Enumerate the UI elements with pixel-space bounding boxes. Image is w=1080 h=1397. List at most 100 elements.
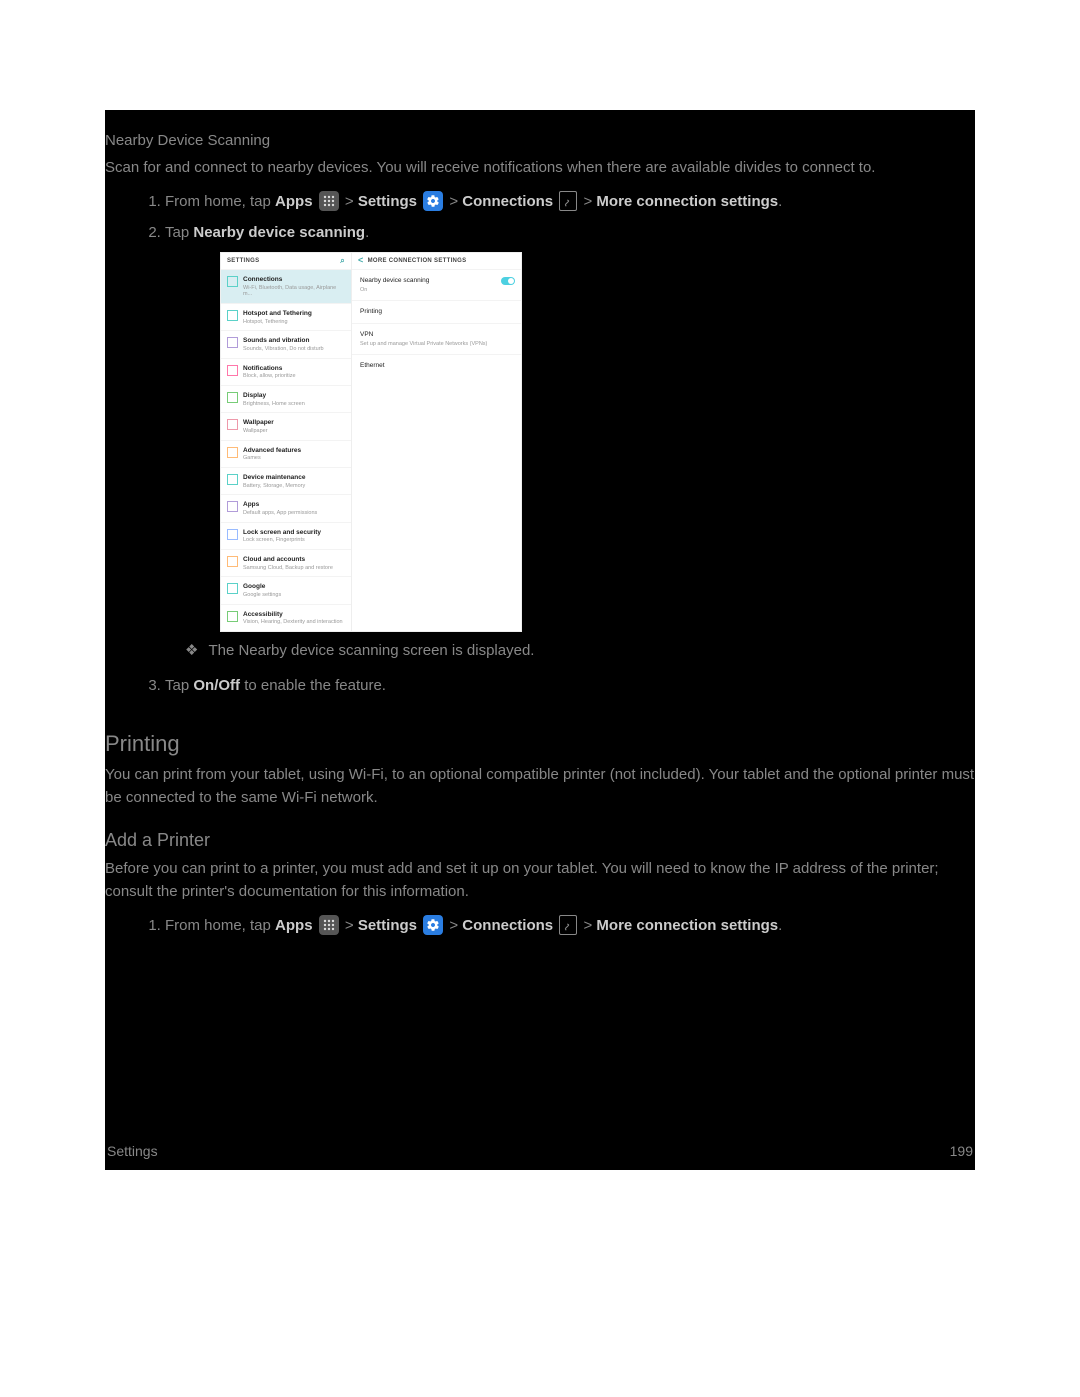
search-icon[interactable]: ⌕ [340, 255, 345, 267]
sep: > [449, 917, 462, 934]
item-title: Notifications [243, 364, 296, 374]
apps-label: Apps [275, 193, 313, 210]
item-subtitle: Default apps, App permissions [243, 510, 317, 517]
item-subtitle: Vision, Hearing, Dexterity and interacti… [243, 619, 343, 626]
connections-label-2: Connections [462, 917, 553, 934]
list-item[interactable]: Ethernet [352, 354, 521, 377]
item-title: VPN [360, 330, 513, 340]
step-1: From home, tap Apps > Settings > Connect… [165, 191, 975, 214]
item-subtitle: Games [243, 455, 301, 462]
list-item[interactable]: Device maintenanceBattery, Storage, Memo… [221, 467, 351, 494]
item-subtitle: Sounds, Vibration, Do not disturb [243, 346, 324, 353]
apps-label-2: Apps [275, 917, 313, 934]
screenshot-right-header: < MORE CONNECTION SETTINGS [352, 253, 521, 269]
more-label: More connection settings [596, 193, 778, 210]
settings-screenshot: SETTINGS ⌕ ConnectionsWi-Fi, Bluetooth, … [220, 252, 522, 632]
connections-label: Connections [462, 193, 553, 210]
settings-label: Settings [358, 193, 417, 210]
item-title: Lock screen and security [243, 528, 321, 538]
list-item[interactable]: AccessibilityVision, Hearing, Dexterity … [221, 604, 351, 631]
step-3: Tap On/Off to enable the feature. [165, 675, 975, 698]
step3-suffix: to enable the feature. [244, 677, 386, 694]
item-title: Ethernet [360, 361, 513, 371]
printing-title: Printing [105, 727, 975, 760]
step3-bold: On/Off [193, 677, 240, 694]
item-title: Printing [360, 307, 513, 317]
back-icon[interactable]: < [358, 254, 364, 268]
item-icon [227, 583, 238, 594]
step1-prefix: From home, tap [165, 193, 275, 210]
item-title: Google [243, 582, 281, 592]
item-icon [227, 529, 238, 540]
sep: > [345, 917, 358, 934]
item-icon [227, 337, 238, 348]
item-title: Apps [243, 500, 317, 510]
item-icon [227, 611, 238, 622]
item-title: Wallpaper [243, 418, 274, 428]
settings-icon [423, 915, 443, 935]
item-title: Cloud and accounts [243, 555, 333, 565]
print-step-1: From home, tap Apps > Settings > Connect… [165, 915, 975, 938]
item-icon [227, 447, 238, 458]
item-title: Accessibility [243, 610, 343, 620]
step3-prefix: Tap [165, 677, 193, 694]
nearby-steps: From home, tap Apps > Settings > Connect… [105, 191, 975, 632]
apps-icon [319, 915, 339, 935]
connections-icon [559, 915, 577, 935]
step-2: Tap Nearby device scanning. SETTINGS ⌕ C… [165, 222, 975, 633]
item-icon [227, 556, 238, 567]
item-title: Display [243, 391, 305, 401]
settings-label-2: Settings [358, 917, 417, 934]
sep: > [583, 917, 596, 934]
nearby-note: The Nearby device scanning screen is dis… [105, 640, 975, 663]
item-title: Nearby device scanning [360, 276, 513, 286]
toggle-switch[interactable] [501, 277, 515, 285]
list-item[interactable]: DisplayBrightness, Home screen [221, 385, 351, 412]
nearby-steps-2: Tap On/Off to enable the feature. [105, 675, 975, 698]
item-icon [227, 310, 238, 321]
list-item[interactable]: VPNSet up and manage Virtual Private Net… [352, 323, 521, 354]
list-item[interactable]: Lock screen and securityLock screen, Fin… [221, 522, 351, 549]
item-title: Connections [243, 275, 345, 285]
list-item[interactable]: Printing [352, 300, 521, 323]
item-subtitle: Battery, Storage, Memory [243, 483, 306, 490]
list-item[interactable]: GoogleGoogle settings [221, 576, 351, 603]
footer-left: Settings [107, 1141, 158, 1162]
apps-icon [319, 191, 339, 211]
list-item[interactable]: WallpaperWallpaper [221, 412, 351, 439]
item-title: Advanced features [243, 446, 301, 456]
item-subtitle: On [360, 286, 513, 294]
item-icon [227, 365, 238, 376]
item-icon [227, 392, 238, 403]
screenshot-left-panel: SETTINGS ⌕ ConnectionsWi-Fi, Bluetooth, … [221, 253, 352, 631]
nearby-note-text: The Nearby device scanning screen is dis… [185, 640, 975, 663]
printing-intro: You can print from your tablet, using Wi… [105, 764, 975, 809]
pstep1-prefix: From home, tap [165, 917, 275, 934]
list-item[interactable]: ConnectionsWi-Fi, Bluetooth, Data usage,… [221, 269, 351, 303]
list-item[interactable]: AppsDefault apps, App permissions [221, 494, 351, 521]
screenshot-right-items: Nearby device scanningOn Printing VPNSet u… [352, 269, 521, 377]
page-container: Nearby Device Scanning Scan for and conn… [105, 110, 975, 1170]
list-item[interactable]: Cloud and accountsSamsung Cloud, Backup … [221, 549, 351, 576]
item-subtitle: Set up and manage Virtual Private Networ… [360, 340, 513, 348]
sep: > [345, 193, 358, 210]
add-printer-intro: Before you can print to a printer, you m… [105, 858, 975, 903]
list-item[interactable]: Advanced featuresGames [221, 440, 351, 467]
content: Nearby Device Scanning Scan for and conn… [105, 110, 975, 986]
list-item[interactable]: NotificationsBlock, allow, prioritize [221, 358, 351, 385]
list-item[interactable]: Hotspot and TetheringHotspot, Tethering [221, 303, 351, 330]
item-subtitle: Block, allow, prioritize [243, 373, 296, 380]
item-icon [227, 474, 238, 485]
item-subtitle: Hotspot, Tethering [243, 319, 312, 326]
printing-steps: From home, tap Apps > Settings > Connect… [105, 915, 975, 938]
sep: > [449, 193, 462, 210]
more-label-2: More connection settings [596, 917, 778, 934]
item-subtitle: Google settings [243, 592, 281, 599]
item-icon [227, 276, 238, 287]
left-header-text: SETTINGS [227, 257, 259, 266]
list-item[interactable]: Nearby device scanningOn [352, 269, 521, 300]
item-icon [227, 419, 238, 430]
screenshot-left-items: ConnectionsWi-Fi, Bluetooth, Data usage,… [221, 269, 351, 631]
step2-prefix: Tap [165, 224, 193, 241]
list-item[interactable]: Sounds and vibrationSounds, Vibration, D… [221, 330, 351, 357]
